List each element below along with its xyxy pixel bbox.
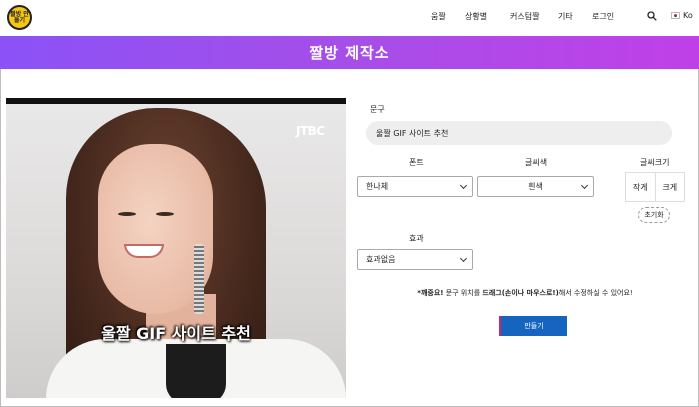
color-select-value: 흰색 xyxy=(528,182,543,191)
language-label: Ko xyxy=(683,11,693,20)
make-button[interactable]: 만들기 xyxy=(501,316,567,336)
person-earring xyxy=(194,244,204,314)
person-top xyxy=(166,344,226,398)
effect-select-value: 효과없음 xyxy=(366,255,396,264)
chevron-down-icon xyxy=(459,254,468,263)
draggable-caption[interactable]: 울짤 GIF 사이트 추천 xyxy=(6,320,346,344)
font-select-value: 한나체 xyxy=(366,182,389,191)
logo-text: 짤방 만들기 xyxy=(10,10,29,24)
effect-label: 효과 xyxy=(409,234,424,243)
drag-notice: *깨중요! 문구 위치를 드래그(손이나 마우스로!)해서 수정하실 수 있어요… xyxy=(380,288,670,298)
phrase-label: 문구 xyxy=(370,105,385,114)
color-select[interactable]: 흰색 xyxy=(477,176,594,197)
size-label: 글씨크기 xyxy=(640,158,670,167)
size-small-button[interactable]: 작게 xyxy=(626,173,655,201)
chevron-down-icon xyxy=(459,181,468,190)
font-select[interactable]: 한나체 xyxy=(357,176,473,197)
nav-item-etc[interactable]: 기타 xyxy=(558,11,573,22)
notice-bold: 드래그(손이나 마우스로!) xyxy=(482,289,559,297)
site-logo[interactable]: 짤방 만들기 xyxy=(7,5,32,30)
chevron-down-icon xyxy=(580,181,589,190)
notice-prefix: *깨중요! xyxy=(417,289,444,297)
page-title: 짤방 제작소 xyxy=(309,44,390,62)
person-eye-left xyxy=(118,212,136,216)
notice-text-2: 해서 수정하실 수 있어요! xyxy=(558,289,633,297)
nav-item-gif[interactable]: 움짤 xyxy=(431,11,446,22)
effect-select[interactable]: 효과없음 xyxy=(357,249,473,270)
size-button-group: 작게 크게 xyxy=(625,172,685,202)
notice-text-1: 문구 위치를 xyxy=(445,289,481,297)
language-selector[interactable]: Ko xyxy=(671,11,693,20)
color-label: 글씨색 xyxy=(525,158,548,167)
person-eye-right xyxy=(156,212,174,216)
reset-button[interactable]: 초기화 xyxy=(638,207,670,223)
phrase-input[interactable] xyxy=(366,121,672,145)
top-header: 짤방 만들기 움짤 상황별 커스텀짤 기타 로그인 Ko xyxy=(0,0,699,36)
video-frame-image xyxy=(6,104,346,398)
size-large-button[interactable]: 크게 xyxy=(654,173,684,201)
korea-flag-icon xyxy=(671,12,680,19)
nav-item-custom[interactable]: 커스텀짤 xyxy=(510,11,539,22)
nav-item-login[interactable]: 로그인 xyxy=(592,11,614,22)
broadcaster-watermark: JTBC xyxy=(296,124,325,138)
search-icon[interactable] xyxy=(647,11,657,21)
nav-item-situation[interactable]: 상황별 xyxy=(465,11,487,22)
title-banner: 짤방 제작소 xyxy=(0,36,699,69)
video-preview[interactable]: JTBC 울짤 GIF 사이트 추천 xyxy=(6,98,346,398)
font-label: 폰트 xyxy=(409,158,424,167)
